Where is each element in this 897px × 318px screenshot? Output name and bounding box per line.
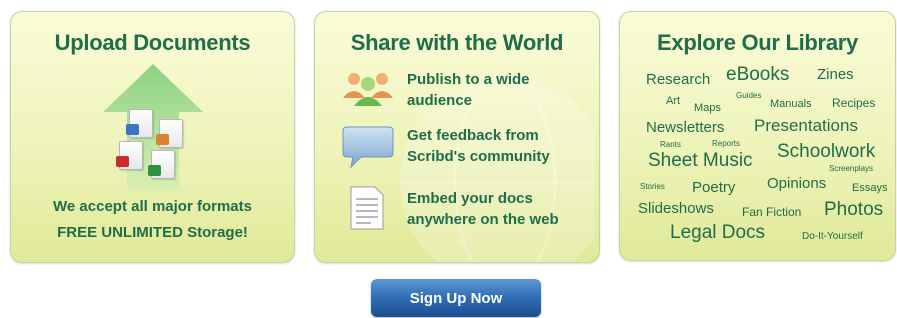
tag-presentations[interactable]: Presentations [754, 116, 858, 136]
storage-text: FREE UNLIMITED Storage! [57, 224, 248, 241]
feature-feedback: Get feedback from Scribd's community [407, 125, 593, 167]
library-panel: Explore Our Library Research eBooks Zine… [619, 11, 896, 261]
formats-text: We accept all major formats [53, 198, 252, 215]
tag-newsletters[interactable]: Newsletters [646, 119, 724, 136]
tag-legal-docs[interactable]: Legal Docs [670, 222, 765, 244]
speech-bubble-icon [341, 125, 395, 174]
share-panel: Share with the World Publish to a wide a… [314, 11, 600, 263]
share-title: Share with the World [350, 30, 564, 55]
tag-do-it-yourself[interactable]: Do-It-Yourself [802, 231, 863, 242]
tag-art[interactable]: Art [666, 95, 680, 107]
tag-ebooks[interactable]: eBooks [726, 64, 789, 86]
word-doc-icon [126, 109, 153, 138]
tag-recipes[interactable]: Recipes [832, 96, 875, 110]
feature-publish: Publish to a wide audience [407, 69, 593, 111]
tag-sheet-music[interactable]: Sheet Music [648, 150, 753, 172]
tag-zines[interactable]: Zines [817, 66, 854, 83]
tag-essays[interactable]: Essays [852, 182, 887, 194]
document-icon [349, 185, 385, 236]
upload-title: Upload Documents [54, 30, 251, 55]
tag-stories[interactable]: Stories [640, 182, 665, 191]
tag-poetry[interactable]: Poetry [692, 179, 735, 196]
sign-up-button[interactable]: Sign Up Now [371, 279, 541, 317]
tag-schoolwork[interactable]: Schoolwork [777, 141, 875, 163]
tag-rants[interactable]: Rants [660, 140, 681, 149]
upload-panel: Upload Documents We accept all major for… [10, 11, 295, 263]
feature-publish-line1: Publish to a wide [407, 71, 530, 88]
feature-embed: Embed your docs anywhere on the web [407, 188, 593, 230]
feature-publish-line2: audience [407, 92, 473, 109]
library-title: Explore Our Library [657, 30, 858, 55]
feature-embed-line2: anywhere on the web [407, 211, 559, 228]
tag-fan-fiction[interactable]: Fan Fiction [742, 205, 801, 219]
people-icon [341, 68, 395, 113]
tag-research[interactable]: Research [646, 71, 710, 88]
powerpoint-doc-icon [156, 119, 183, 148]
pdf-doc-icon [116, 141, 143, 170]
feature-embed-line1: Embed your docs [407, 190, 533, 207]
tag-manuals[interactable]: Manuals [770, 98, 812, 110]
tag-photos[interactable]: Photos [824, 199, 883, 221]
tag-maps[interactable]: Maps [694, 102, 721, 114]
tag-screenplays[interactable]: Screenplays [829, 164, 873, 173]
feature-feedback-line1: Get feedback from [407, 127, 539, 144]
tag-reports[interactable]: Reports [712, 139, 740, 148]
tag-slideshows[interactable]: Slideshows [638, 200, 714, 217]
tag-opinions[interactable]: Opinions [767, 175, 826, 192]
tag-guides[interactable]: Guides [736, 91, 761, 100]
excel-doc-icon [148, 150, 175, 179]
feature-feedback-line2: Scribd's community [407, 148, 550, 165]
